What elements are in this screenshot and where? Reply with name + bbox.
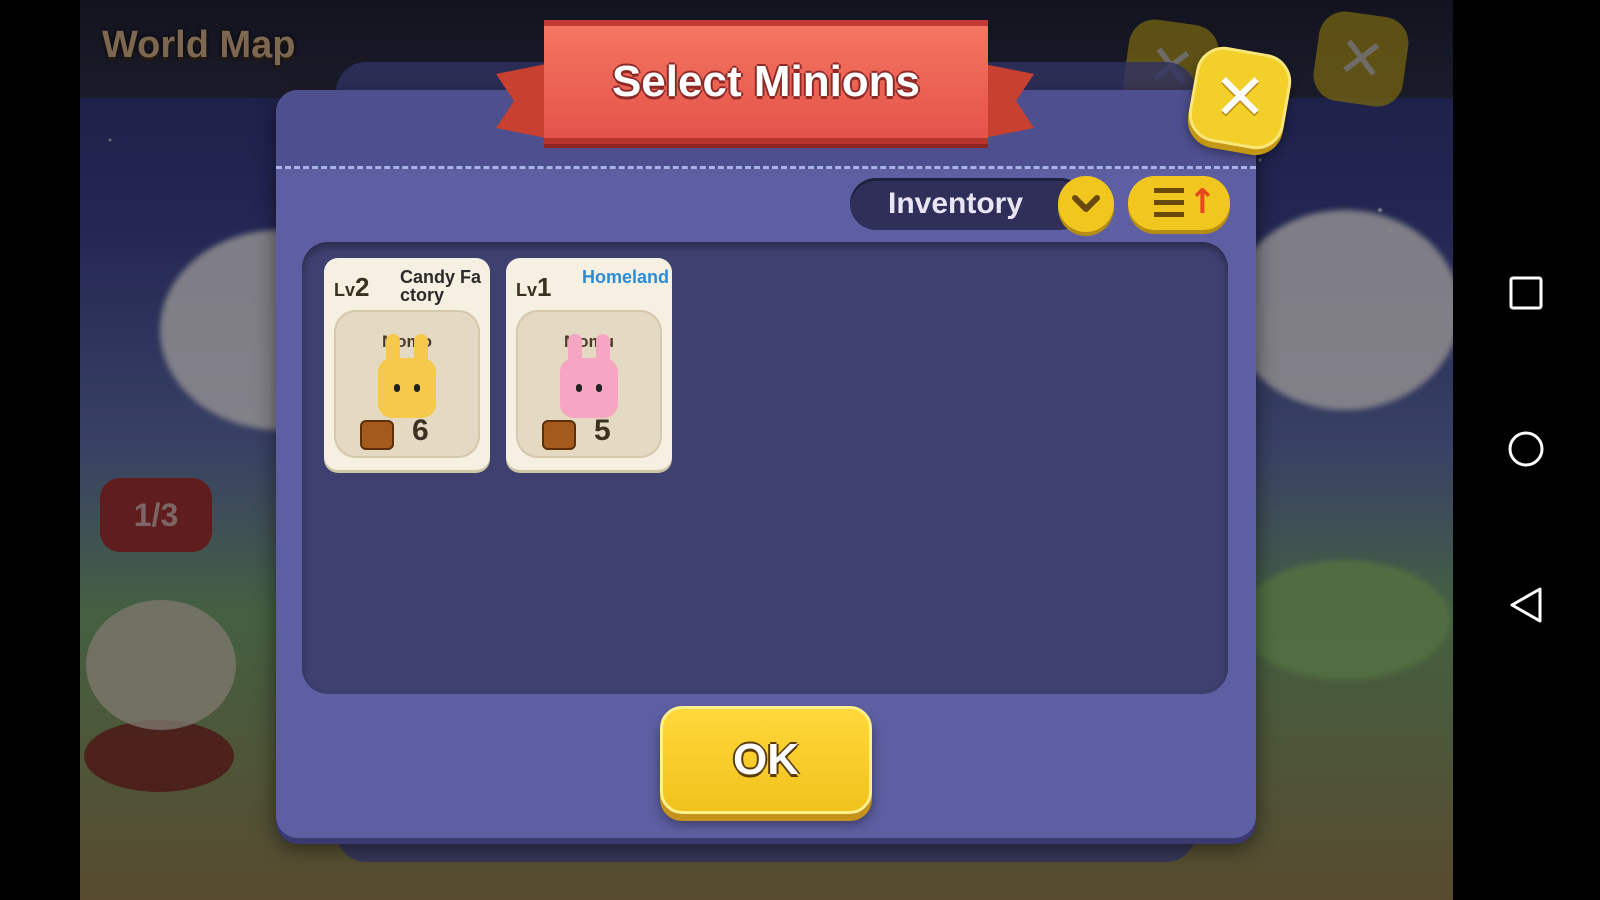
- square-icon: [1509, 276, 1543, 310]
- minion-level: Lv1: [516, 272, 552, 302]
- home-button[interactable]: [1503, 426, 1549, 472]
- inventory-filter-dropdown[interactable]: Inventory: [850, 178, 1086, 230]
- minion-location: Candy Factory: [400, 267, 482, 305]
- minion-count: 5: [594, 414, 611, 447]
- sort-lines-icon: [1154, 188, 1184, 218]
- system-navigation-bar: [1453, 0, 1600, 900]
- circle-icon: [1508, 431, 1544, 467]
- title-ribbon: Select Minions: [544, 20, 988, 144]
- minion-location: Homeland: [582, 267, 670, 287]
- triangle-back-icon: [1510, 587, 1542, 623]
- minion-eye: [596, 384, 602, 392]
- minion-name: Momo: [381, 332, 433, 351]
- minion-eye: [394, 384, 400, 392]
- ok-button-label: OK: [733, 735, 799, 784]
- minion-ear: [386, 334, 400, 366]
- dialog-title: Select Minions: [611, 57, 921, 106]
- minion-ear: [414, 334, 428, 366]
- minion-portrait: Momo 6: [334, 310, 480, 458]
- minion-ear: [568, 334, 582, 366]
- recents-button[interactable]: [1503, 270, 1549, 316]
- minion-eye: [414, 384, 420, 392]
- treasure-chest-icon: [360, 420, 394, 450]
- minion-count: 6: [412, 414, 429, 447]
- minion-portrait: Momu 5: [516, 310, 662, 458]
- minion-level: Lv2: [334, 272, 370, 302]
- dropdown-toggle-button[interactable]: [1058, 176, 1114, 232]
- sort-button[interactable]: ↑: [1128, 176, 1230, 230]
- sort-ascending-icon: ↑: [1188, 182, 1217, 222]
- minion-name: Momu: [563, 332, 615, 351]
- minion-card-momo[interactable]: Lv2 Candy Factory Momo 6: [324, 258, 490, 470]
- minion-card-momu[interactable]: Lv1 Homeland Momu 5: [506, 258, 672, 470]
- back-button[interactable]: [1503, 582, 1549, 628]
- close-icon: ✕: [1213, 61, 1267, 135]
- minion-ear: [596, 334, 610, 366]
- minion-eye: [576, 384, 582, 392]
- filter-selected-value: Inventory: [888, 187, 1024, 220]
- ok-button[interactable]: OK: [660, 706, 872, 814]
- minion-momu-sprite: [560, 334, 618, 418]
- minion-momo-sprite: [378, 334, 436, 418]
- chevron-down-icon: [1072, 195, 1100, 212]
- treasure-chest-icon: [542, 420, 576, 450]
- close-button[interactable]: ✕: [1184, 42, 1296, 154]
